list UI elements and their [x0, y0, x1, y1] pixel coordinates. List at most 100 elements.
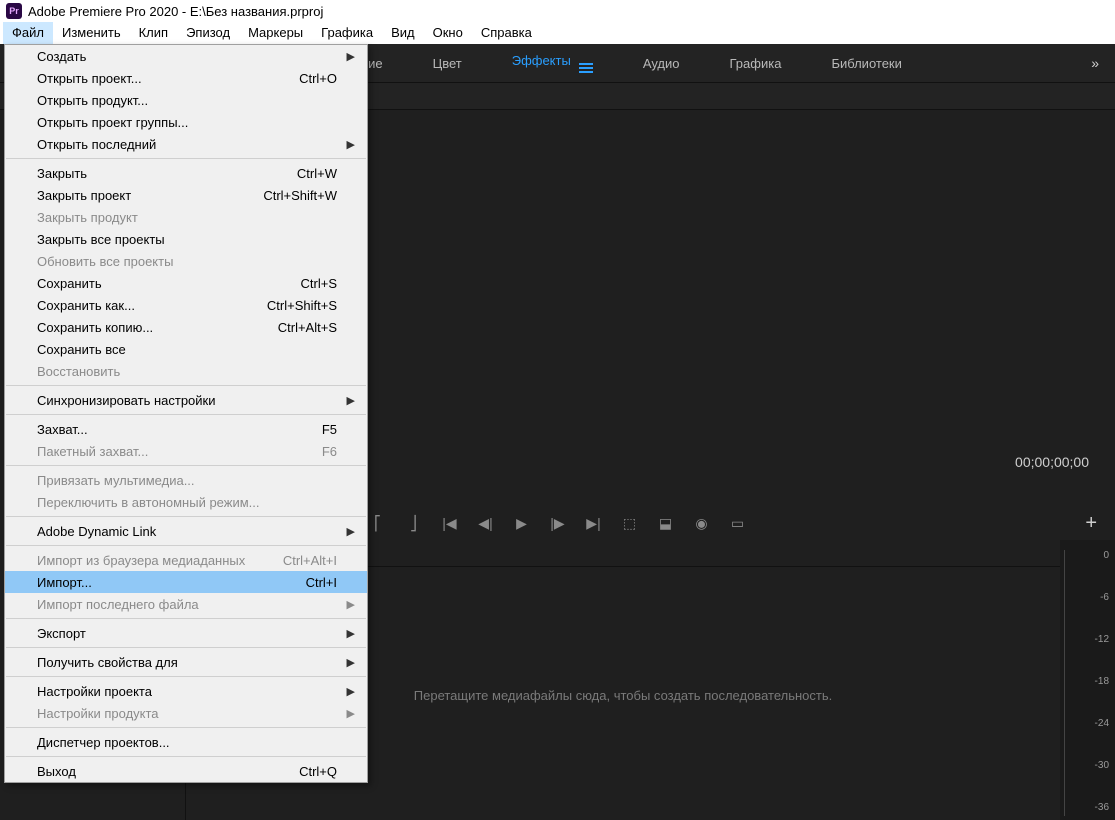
submenu-arrow-icon: ▶	[347, 656, 355, 669]
menu-item[interactable]: Создать ▶	[5, 45, 367, 67]
workspace-overflow-button[interactable]: »	[1091, 55, 1101, 71]
menu-item-вид[interactable]: Вид	[382, 22, 424, 44]
menu-item[interactable]: Adobe Dynamic Link ▶	[5, 520, 367, 542]
menu-shortcut: Ctrl+W	[297, 166, 337, 181]
meter-tick: -12	[1085, 634, 1109, 645]
menu-item[interactable]: Закрыть все проекты	[5, 228, 367, 250]
menu-item[interactable]: Открыть проект...Ctrl+O	[5, 67, 367, 89]
menu-item[interactable]: Сохранить все	[5, 338, 367, 360]
menu-item[interactable]: Закрыть проектCtrl+Shift+W	[5, 184, 367, 206]
lift-icon[interactable]: ⬚	[621, 514, 639, 532]
menu-item[interactable]: Закрыть Ctrl+W	[5, 162, 367, 184]
menu-item[interactable]: Импорт...Ctrl+I	[5, 571, 367, 593]
menu-item-label: Сохранить как...	[37, 298, 135, 313]
menu-item-label: Закрыть проект	[37, 188, 131, 203]
menu-item-label: Открыть проект группы...	[37, 115, 188, 130]
button-editor-plus-icon[interactable]: +	[1085, 512, 1097, 535]
menu-item-label: Получить свойства для	[37, 655, 178, 670]
meter-tick: -30	[1085, 760, 1109, 771]
play-icon[interactable]: ▶	[513, 514, 531, 532]
menu-item: Переключить в автономный режим...	[5, 491, 367, 513]
menu-item[interactable]: Захват...F5	[5, 418, 367, 440]
step-back-start-icon[interactable]: |◀	[441, 514, 459, 532]
submenu-arrow-icon: ▶	[347, 525, 355, 538]
menu-item: Восстановить	[5, 360, 367, 382]
title-bar: Pr Adobe Premiere Pro 2020 - E:\Без назв…	[0, 0, 1115, 22]
menu-item[interactable]: Сохранить как... Ctrl+Shift+S	[5, 294, 367, 316]
submenu-arrow-icon: ▶	[347, 394, 355, 407]
menu-item[interactable]: Открыть последний ▶	[5, 133, 367, 155]
menu-item[interactable]: Диспетчер проектов...	[5, 731, 367, 753]
menu-shortcut: Ctrl+Alt+I	[283, 553, 337, 568]
meter-tick: -6	[1085, 592, 1109, 603]
camera-icon[interactable]: ◉	[693, 514, 711, 532]
menu-item: Привязать мультимедиа...	[5, 469, 367, 491]
menu-item-файл[interactable]: Файл	[3, 22, 53, 44]
app-icon: Pr	[6, 3, 22, 19]
meter-tick: -18	[1085, 676, 1109, 687]
menu-item-label: Сохранить	[37, 276, 102, 291]
menu-item-label: Открыть последний	[37, 137, 156, 152]
menu-item: Закрыть продукт	[5, 206, 367, 228]
menu-item-label: Диспетчер проектов...	[37, 735, 170, 750]
step-back-icon[interactable]: ◀|	[477, 514, 495, 532]
submenu-arrow-icon: ▶	[347, 707, 355, 720]
menu-item-label: Настройки продукта	[37, 706, 159, 721]
menu-item: Импорт из браузера медиаданныхCtrl+Alt+I	[5, 549, 367, 571]
menu-item[interactable]: Получить свойства для ▶	[5, 651, 367, 673]
menu-item[interactable]: СохранитьCtrl+S	[5, 272, 367, 294]
menu-shortcut: Ctrl+Shift+S	[267, 298, 337, 313]
workspace-tab[interactable]: Эффекты	[512, 53, 593, 73]
workspace-tab[interactable]: Графика	[730, 56, 782, 71]
menu-item-label: Импорт последнего файла	[37, 597, 199, 612]
meter-tick: -36	[1085, 802, 1109, 813]
menu-item[interactable]: Сохранить копию...Ctrl+Alt+S	[5, 316, 367, 338]
menu-item-label: Создать	[37, 49, 86, 64]
workspace-tab[interactable]: Библиотеки	[831, 56, 901, 71]
menu-item[interactable]: Экспорт▶	[5, 622, 367, 644]
menu-bar: ФайлИзменитьКлипЭпизодМаркерыГрафикаВидО…	[0, 22, 1115, 44]
menu-item-label: Экспорт	[37, 626, 86, 641]
menu-item-справка[interactable]: Справка	[472, 22, 541, 44]
menu-item-label: Закрыть	[37, 166, 87, 181]
menu-item-окно[interactable]: Окно	[424, 22, 472, 44]
mark-in-icon[interactable]: ⎡	[369, 514, 387, 532]
workspace-tab[interactable]: Цвет	[433, 56, 462, 71]
menu-item[interactable]: Настройки проекта▶	[5, 680, 367, 702]
menu-item-графика[interactable]: Графика	[312, 22, 382, 44]
file-menu-dropdown: Создать▶Открыть проект...Ctrl+OОткрыть п…	[4, 44, 368, 783]
layout-icon[interactable]: ▭	[729, 514, 747, 532]
menu-shortcut: F5	[322, 422, 337, 437]
menu-item[interactable]: ВыходCtrl+Q	[5, 760, 367, 782]
menu-item-изменить[interactable]: Изменить	[53, 22, 130, 44]
menu-item-клип[interactable]: Клип	[130, 22, 177, 44]
menu-shortcut: Ctrl+Alt+S	[278, 320, 337, 335]
menu-item[interactable]: Синхронизировать настройки ▶	[5, 389, 367, 411]
mark-out-icon[interactable]: ⎦	[405, 514, 423, 532]
menu-item-label: Обновить все проекты	[37, 254, 173, 269]
workspace-tab[interactable]: Аудио	[643, 56, 680, 71]
menu-item-label: Переключить в автономный режим...	[37, 495, 260, 510]
hamburger-icon[interactable]	[579, 63, 593, 73]
menu-item-эпизод[interactable]: Эпизод	[177, 22, 239, 44]
submenu-arrow-icon: ▶	[347, 50, 355, 63]
audio-meters: 0-6-12-18-24-30-36	[1060, 540, 1115, 820]
meter-tick: 0	[1085, 550, 1109, 561]
menu-item-label: Открыть проект...	[37, 71, 142, 86]
window-title: Adobe Premiere Pro 2020 - E:\Без названи…	[28, 4, 323, 19]
menu-item-label: Привязать мультимедиа...	[37, 473, 195, 488]
extract-icon[interactable]: ⬓	[657, 514, 675, 532]
submenu-arrow-icon: ▶	[347, 138, 355, 151]
step-forward-end-icon[interactable]: ▶|	[585, 514, 603, 532]
program-timecode-right: 00;00;00;00	[1015, 454, 1089, 470]
menu-item-label: Синхронизировать настройки	[37, 393, 216, 408]
menu-item-label: Пакетный захват...	[37, 444, 148, 459]
menu-item-label: Открыть продукт...	[37, 93, 148, 108]
menu-item-label: Сохранить все	[37, 342, 126, 357]
menu-item-label: Adobe Dynamic Link	[37, 524, 156, 539]
step-forward-icon[interactable]: |▶	[549, 514, 567, 532]
menu-item[interactable]: Открыть продукт...	[5, 89, 367, 111]
menu-item[interactable]: Открыть проект группы...	[5, 111, 367, 133]
menu-item: Пакетный захват...F6	[5, 440, 367, 462]
menu-item-маркеры[interactable]: Маркеры	[239, 22, 312, 44]
